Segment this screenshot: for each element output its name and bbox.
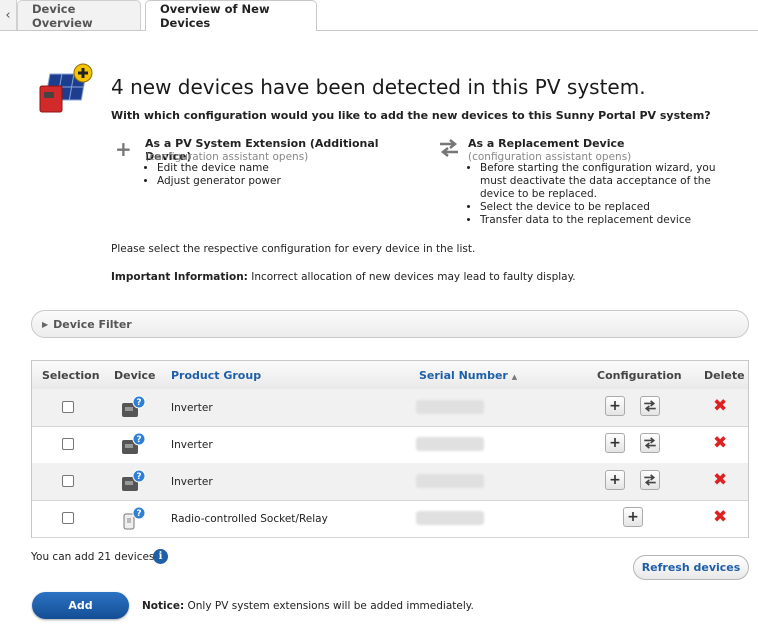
option-replacement-bullets: Before starting the configuration wizard… <box>468 162 740 227</box>
row-select-checkbox[interactable] <box>62 438 74 450</box>
page-title: 4 new devices have been detected in this… <box>111 75 646 99</box>
add-as-extension-button[interactable]: + <box>605 433 625 453</box>
configuration-question: With which configuration would you like … <box>111 109 711 122</box>
svg-text:?: ? <box>136 398 141 408</box>
add-as-extension-button[interactable]: + <box>623 507 643 527</box>
important-info: Important Information: Incorrect allocat… <box>111 271 576 283</box>
svg-text:?: ? <box>136 509 141 519</box>
bullet-item: Select the device to be replaced <box>480 201 740 214</box>
swap-arrows-icon <box>644 474 656 486</box>
table-row: ? Inverter + ✖ <box>32 389 748 427</box>
tab-scroll-left-button[interactable]: ‹ <box>0 0 17 30</box>
socket-relay-device-icon: ? <box>123 506 146 530</box>
product-group: Inverter <box>171 439 213 451</box>
svg-text:?: ? <box>136 472 141 482</box>
row-select-checkbox[interactable] <box>62 475 74 487</box>
product-group: Inverter <box>171 402 213 414</box>
add-as-extension-button[interactable]: + <box>605 470 625 490</box>
instruction-text: Please select the respective configurati… <box>111 243 476 255</box>
row-select-checkbox[interactable] <box>62 401 74 413</box>
bullet-item: Transfer data to the replacement device <box>480 214 740 227</box>
add-as-extension-button[interactable]: + <box>605 396 625 416</box>
table-header: Selection Device Product Group Serial Nu… <box>32 361 748 390</box>
add-as-replacement-button[interactable] <box>640 396 660 416</box>
table-row: ? Inverter + ✖ <box>32 426 748 464</box>
header-selection: Selection <box>42 369 100 382</box>
header-device: Device <box>114 369 156 382</box>
new-devices-solar-icon <box>39 63 93 113</box>
sort-ascending-icon: ▲ <box>511 373 518 381</box>
notice-message: Only PV system extensions will be added … <box>187 600 474 612</box>
add-button[interactable]: Add <box>32 592 129 619</box>
table-row: ? Inverter + ✖ <box>32 463 748 501</box>
delete-icon[interactable]: ✖ <box>713 472 727 489</box>
device-filter-label: Device Filter <box>53 317 132 331</box>
add-as-replacement-button[interactable] <box>640 470 660 490</box>
serial-number-redacted <box>416 437 484 451</box>
tab-overview-new-devices[interactable]: Overview of New Devices <box>145 0 317 31</box>
svg-text:?: ? <box>136 435 141 445</box>
tab-device-overview[interactable]: Device Overview <box>17 0 141 30</box>
device-filter-toggle[interactable]: ▶ Device Filter <box>31 310 749 338</box>
delete-icon[interactable]: ✖ <box>713 435 727 452</box>
option-pv-extension: + As a PV System Extension (Additional D… <box>115 137 415 197</box>
bullet-item: Before starting the configuration wizard… <box>480 162 740 201</box>
info-icon[interactable]: i <box>153 549 168 564</box>
important-text: Incorrect allocation of new devices may … <box>251 271 576 283</box>
option-replacement: As a Replacement Device (configuration a… <box>438 137 738 232</box>
devices-remaining-text: You can add 21 devices. <box>31 551 158 563</box>
serial-number-label: Serial Number <box>419 369 508 382</box>
chevron-left-icon: ‹ <box>5 7 11 23</box>
header-serial-number[interactable]: Serial Number ▲ <box>419 369 517 382</box>
inverter-device-icon: ? <box>122 469 146 491</box>
inverter-device-icon: ? <box>122 395 146 417</box>
plus-icon: + <box>115 137 132 161</box>
notice-text: Notice: Only PV system extensions will b… <box>142 600 474 612</box>
delete-icon[interactable]: ✖ <box>713 509 727 526</box>
notice-label: Notice: <box>142 600 185 612</box>
header-product-group[interactable]: Product Group <box>171 369 261 382</box>
swap-arrows-icon <box>644 400 656 412</box>
option-replacement-title: As a Replacement Device <box>468 137 625 150</box>
refresh-devices-button[interactable]: Refresh devices <box>633 555 749 580</box>
header-delete: Delete <box>704 369 745 382</box>
product-group: Radio-controlled Socket/Relay <box>171 513 328 525</box>
important-label: Important Information: <box>111 271 248 283</box>
table-row: ? Radio-controlled Socket/Relay + ✖ <box>32 500 748 538</box>
row-select-checkbox[interactable] <box>62 512 74 524</box>
swap-arrows-icon <box>644 437 656 449</box>
add-as-replacement-button[interactable] <box>640 433 660 453</box>
product-group: Inverter <box>171 476 213 488</box>
serial-number-redacted <box>416 400 484 414</box>
header-configuration: Configuration <box>597 369 682 382</box>
swap-arrows-icon <box>440 139 458 157</box>
tab-bar: ‹ Device Overview Overview of New Device… <box>0 0 758 31</box>
option-extension-bullets: Edit the device name Adjust generator po… <box>145 162 281 188</box>
serial-number-redacted <box>416 511 484 525</box>
bullet-item: Edit the device name <box>157 162 281 175</box>
serial-number-redacted <box>416 474 484 488</box>
new-devices-table: Selection Device Product Group Serial Nu… <box>31 360 749 538</box>
inverter-device-icon: ? <box>122 432 146 454</box>
caret-right-icon: ▶ <box>42 319 49 329</box>
delete-icon[interactable]: ✖ <box>713 398 727 415</box>
bullet-item: Adjust generator power <box>157 175 281 188</box>
